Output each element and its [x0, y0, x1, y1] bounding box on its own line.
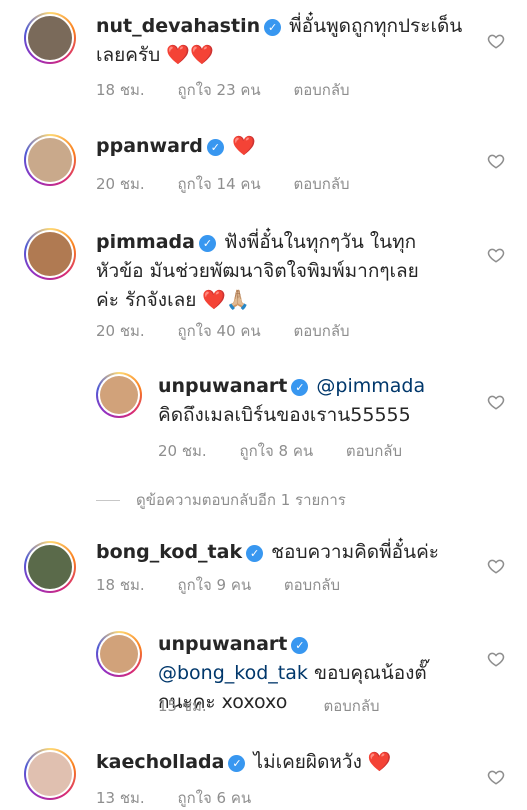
comment-body: nut_devahastin ✓ พี่อั๋นพูดถูกทุกประเด็นเ…	[96, 12, 466, 70]
like-count[interactable]: ถูกใจ 6 คน	[177, 789, 251, 807]
timestamp: 15 ชม.	[158, 697, 207, 715]
heart-icon[interactable]	[487, 393, 505, 411]
like-count[interactable]: ถูกใจ 14 คน	[177, 175, 260, 193]
divider	[96, 500, 120, 501]
heart-icon[interactable]	[487, 557, 505, 575]
comment-text: คิดถึงเมลเบิร์นของเราน55555	[158, 404, 411, 426]
username[interactable]: nut_devahastin	[96, 15, 260, 37]
username[interactable]: pimmada	[96, 231, 195, 253]
verified-badge-icon: ✓	[291, 637, 309, 654]
timestamp: 20 ชม.	[158, 442, 207, 460]
avatar-image	[28, 16, 72, 60]
like-count[interactable]: ถูกใจ 9 คน	[177, 576, 251, 594]
verified-badge-icon: ✓	[206, 139, 224, 156]
timestamp: 18 ชม.	[96, 81, 145, 99]
comment-body: ppanward ✓ ❤️	[96, 132, 466, 161]
comment-meta: 20 ชม. ถูกใจ 40 คน ตอบกลับ	[96, 319, 378, 343]
heart-emoji: ❤️❤️	[166, 44, 214, 66]
reply-button[interactable]: ตอบกลับ	[293, 81, 349, 99]
comment-meta: 18 ชม. ถูกใจ 23 คน ตอบกลับ	[96, 78, 378, 102]
comment-meta: 20 ชม. ถูกใจ 8 คน ตอบกลับ	[158, 439, 430, 463]
avatar-image	[28, 545, 72, 589]
comment-meta: 20 ชม. ถูกใจ 14 คน ตอบกลับ	[96, 172, 378, 196]
heart-emoji: ❤️	[231, 135, 256, 157]
username[interactable]: unpuwanart	[158, 375, 287, 397]
heart-icon[interactable]	[487, 650, 505, 668]
avatar[interactable]	[24, 541, 76, 593]
comment-body: unpuwanart ✓ @pimmada คิดถึงเมลเบิร์นของเ…	[158, 372, 448, 430]
reply-button[interactable]: ตอบกลับ	[293, 175, 349, 193]
mention-link[interactable]: @pimmada	[316, 375, 425, 397]
avatar-image	[100, 376, 138, 414]
view-more-label: ดูข้อความตอบกลับอีก 1 รายการ	[136, 491, 346, 509]
reply-button[interactable]: ตอบกลับ	[346, 442, 402, 460]
comment-text: ชอบความคิดพี่อั๋นค่ะ	[271, 541, 439, 563]
username[interactable]: unpuwanart	[158, 633, 287, 655]
like-count[interactable]: ถูกใจ 8 คน	[239, 442, 313, 460]
heart-icon[interactable]	[487, 768, 505, 786]
heart-icon[interactable]	[487, 246, 505, 264]
timestamp: 13 ชม.	[96, 789, 145, 807]
comment-meta: 18 ชม. ถูกใจ 9 คน ตอบกลับ	[96, 573, 368, 597]
avatar[interactable]	[24, 134, 76, 186]
heart-icon[interactable]	[487, 152, 505, 170]
avatar[interactable]	[96, 372, 142, 418]
timestamp: 18 ชม.	[96, 576, 145, 594]
avatar[interactable]	[24, 748, 76, 800]
heart-emoji: ❤️🙏🏼	[202, 289, 250, 311]
comment-body: kaechollada ✓ ไม่เคยผิดหวัง ❤️	[96, 748, 466, 777]
comment-meta: 13 ชม. ถูกใจ 6 คน	[96, 786, 279, 810]
username[interactable]: kaechollada	[96, 751, 224, 773]
comment-body: bong_kod_tak ✓ ชอบความคิดพี่อั๋นค่ะ	[96, 538, 466, 567]
comment-text: ไม่เคยผิดหวัง	[253, 751, 362, 773]
verified-badge-icon: ✓	[228, 755, 246, 772]
verified-badge-icon: ✓	[198, 235, 216, 252]
verified-badge-icon: ✓	[246, 545, 264, 562]
avatar-image	[28, 232, 72, 276]
timestamp: 20 ชม.	[96, 175, 145, 193]
heart-icon[interactable]	[487, 32, 505, 50]
comment-body: pimmada ✓ ฟังพี่อั๋นในทุกๆวัน ในทุกหัวข้อ…	[96, 228, 436, 315]
like-count[interactable]: ถูกใจ 40 คน	[177, 322, 260, 340]
avatar[interactable]	[24, 12, 76, 64]
heart-emoji: ❤️	[367, 751, 392, 773]
avatar-image	[28, 138, 72, 182]
verified-badge-icon: ✓	[291, 379, 309, 396]
like-count[interactable]: ถูกใจ 23 คน	[177, 81, 260, 99]
reply-button[interactable]: ตอบกลับ	[323, 697, 379, 715]
avatar-image	[28, 752, 72, 796]
reply-button[interactable]: ตอบกลับ	[284, 576, 340, 594]
mention-link[interactable]: @bong_kod_tak	[158, 662, 308, 684]
view-more-replies[interactable]: ดูข้อความตอบกลับอีก 1 รายการ	[96, 488, 346, 512]
username[interactable]: ppanward	[96, 135, 203, 157]
avatar[interactable]	[96, 631, 142, 677]
avatar[interactable]	[24, 228, 76, 280]
verified-badge-icon: ✓	[264, 19, 282, 36]
timestamp: 20 ชม.	[96, 322, 145, 340]
username[interactable]: bong_kod_tak	[96, 541, 242, 563]
comment-meta: 15 ชม. ตอบกลับ	[158, 694, 408, 718]
reply-button[interactable]: ตอบกลับ	[293, 322, 349, 340]
avatar-image	[100, 635, 138, 673]
